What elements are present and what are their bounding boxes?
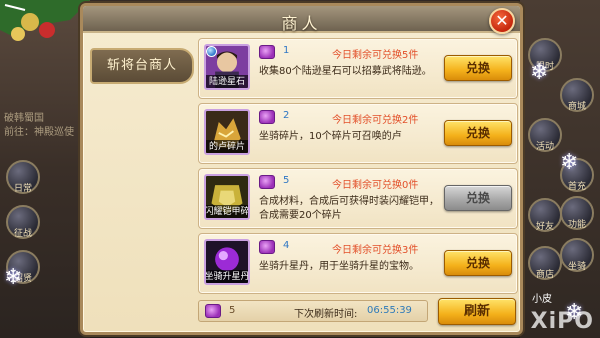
quest-goal: 前往：神殿巡使 xyxy=(4,127,74,138)
next-refresh-time: 06:55:39 xyxy=(367,305,412,316)
next-refresh-label: 下次刷新时间: xyxy=(294,309,358,320)
mount-button[interactable]: 坐骑 xyxy=(560,238,594,272)
item-cost: 2 xyxy=(283,110,290,121)
item-name: 陆逊星石 xyxy=(206,75,248,88)
remaining-count: 今日剩余可兑换5件 xyxy=(332,50,419,61)
close-button[interactable]: ✕ xyxy=(489,8,515,34)
exchange-button[interactable]: 兑换 xyxy=(444,55,512,81)
exchange-token-icon xyxy=(205,304,221,318)
mall-label: 商城 xyxy=(567,102,586,112)
item-description: 坐骑碎片，10个碎片可召唤的卢 xyxy=(259,131,402,142)
item-icon-slot[interactable]: 闪耀铠甲碎 xyxy=(204,174,250,220)
exchange-button-disabled[interactable]: 兑换 xyxy=(444,185,512,211)
item-name: 闪耀铠甲碎 xyxy=(204,205,250,218)
campaign-button[interactable]: 征战 xyxy=(6,205,40,239)
exchange-token-icon xyxy=(259,175,275,189)
functions-button[interactable]: 功能 xyxy=(560,196,594,230)
item-name: 的卢碎片 xyxy=(206,140,248,153)
token-balance: 5 xyxy=(229,305,236,316)
exchange-button[interactable]: 兑换 xyxy=(444,250,512,276)
list-item: 坐骑升星丹 4 今日剩余可兑换3件 坐骑升星丹，用于坐骑升星的宝物。 兑换 xyxy=(198,233,518,294)
quest-tracker[interactable]: 破韩蜀国 前往：神殿巡使 xyxy=(4,112,74,140)
list-item: 陆逊星石 1 今日剩余可兑换5件 收集80个陆逊星石可以招募武将陆逊。 兑换 xyxy=(198,38,518,99)
item-cost: 1 xyxy=(283,45,290,56)
list-item: 闪耀铠甲碎 5 今日剩余可兑换0件 合成材料，合成后可获得时装闪耀铠甲，合成需要… xyxy=(198,168,518,229)
snowflake-icon: ❄ xyxy=(4,265,23,290)
snowflake-icon: ❄ xyxy=(560,150,579,175)
item-name: 坐骑升星丹 xyxy=(204,270,250,283)
snowflake-icon: ❄ xyxy=(530,60,549,85)
gem-icon xyxy=(206,46,217,57)
item-description: 合成材料，合成后可获得时装闪耀铠甲，合成需要20个碎片 xyxy=(259,196,439,221)
item-icon-slot[interactable]: 坐骑升星丹 xyxy=(204,239,250,285)
merchant-dialog: 商人 ✕ 斩将台商人 陆逊星石 1 今日剩余可兑换5件 收集80个陆逊星石可以招… xyxy=(80,3,523,335)
refresh-button[interactable]: 刷新 xyxy=(438,298,516,325)
item-cost: 4 xyxy=(283,240,290,251)
mount-label: 坐骑 xyxy=(567,262,586,272)
daily-label: 日常 xyxy=(13,184,32,194)
events-label: 活动 xyxy=(535,142,554,152)
exchange-token-icon xyxy=(259,45,275,59)
remaining-count: 今日剩余可兑换2件 xyxy=(332,115,419,126)
close-icon: ✕ xyxy=(495,11,509,30)
exchange-button[interactable]: 兑换 xyxy=(444,120,512,146)
item-icon-slot[interactable]: 陆逊星石 xyxy=(204,44,250,90)
daily-button[interactable]: 日常 xyxy=(6,160,40,194)
exchange-token-icon xyxy=(259,110,275,124)
tab-merchant[interactable]: 斩将台商人 xyxy=(90,48,194,84)
christmas-decoration-icon xyxy=(0,0,90,41)
item-icon-slot[interactable]: 的卢碎片 xyxy=(204,109,250,155)
campaign-label: 征战 xyxy=(13,229,32,239)
first-charge-label: 首充 xyxy=(567,182,586,192)
item-cost: 5 xyxy=(283,175,290,186)
friends-label: 好友 xyxy=(535,222,554,232)
item-description: 坐骑升星丹，用于坐骑升星的宝物。 xyxy=(259,261,419,272)
friends-button[interactable]: 好友 xyxy=(528,198,562,232)
shop-label: 商店 xyxy=(535,270,554,280)
dialog-title: 商人 xyxy=(281,14,322,33)
exchange-list: 陆逊星石 1 今日剩余可兑换5件 收集80个陆逊星石可以招募武将陆逊。 兑换 的… xyxy=(198,38,518,298)
player-name-tag: 小皮 xyxy=(532,294,552,305)
title-bar: 商人 ✕ xyxy=(83,6,520,34)
functions-label: 功能 xyxy=(567,220,586,230)
events-button[interactable]: 活动 xyxy=(528,118,562,152)
list-item: 的卢碎片 2 今日剩余可兑换2件 坐骑碎片，10个碎片可召唤的卢 兑换 xyxy=(198,103,518,164)
shop-button[interactable]: 商店 xyxy=(528,246,562,280)
remaining-count: 今日剩余可兑换3件 xyxy=(332,245,419,256)
mall-button[interactable]: 商城 xyxy=(560,78,594,112)
quest-title: 破韩蜀国 xyxy=(4,113,44,124)
watermark-logo: XiPO xyxy=(530,309,594,334)
refresh-info-bar: 5 下次刷新时间: 06:55:39 xyxy=(198,300,428,322)
remaining-count: 今日剩余可兑换0件 xyxy=(332,180,419,191)
item-description: 收集80个陆逊星石可以招募武将陆逊。 xyxy=(259,66,432,77)
exchange-token-icon xyxy=(259,240,275,254)
